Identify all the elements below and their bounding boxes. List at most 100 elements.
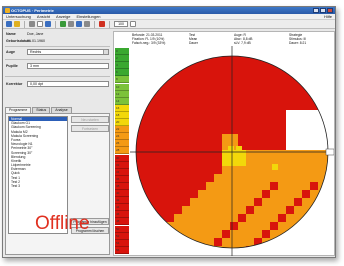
correction-field[interactable]: 0,00 dpt [27,81,109,87]
eye-select[interactable]: Rechts [27,49,109,55]
visual-field-cell [198,158,207,167]
visual-field-cell [214,190,223,199]
visual-field-cell [270,246,279,248]
visual-field-cell [278,222,287,231]
pause-icon[interactable] [68,21,74,27]
visual-field-cell [136,230,143,239]
program-list-item[interactable]: Test 3 [9,184,67,188]
menu-item-help[interactable]: Hilfe [324,14,335,19]
visual-field-cell [270,222,279,231]
visual-field-cell [302,142,311,151]
eye-icon[interactable] [76,21,82,27]
visual-field-cell [286,182,295,191]
visual-field-cell [262,230,271,239]
visual-field-cell [198,62,207,71]
visual-field-cell [230,198,239,207]
visual-field-plot [130,46,335,256]
continue-exam-button[interactable]: Fortsetzen [71,125,109,132]
visual-field-cell [318,134,327,143]
visual-field-cell [174,142,183,151]
visual-field-cell [158,126,167,135]
visual-field-cell [158,190,167,199]
visual-field-cell [158,246,167,248]
visual-field-cell [294,246,303,248]
visual-field-cell [174,190,183,199]
visual-field-cell [270,86,279,95]
visual-field-cell [310,214,319,223]
visual-field-cell [158,150,167,159]
zoom-field[interactable]: 100 [114,21,128,27]
separator [5,59,110,60]
visual-field-cell [294,222,303,231]
visual-field-cell [262,94,271,103]
visual-field-cell [142,70,151,79]
visual-field-cell [206,150,215,159]
visual-field-cell [254,118,263,127]
visual-field-cell [182,190,191,199]
maximize-button[interactable] [320,8,326,13]
scale-step: 16 [115,104,129,112]
visual-field-cell [136,70,143,79]
visual-field-cell [302,230,311,239]
visual-field-cell [166,62,175,71]
menu-item-settings[interactable]: Einstellungen [77,14,101,19]
menu-item-exam[interactable]: Untersuchung [6,14,31,19]
settings-icon[interactable] [130,21,136,27]
scale-step: 36 [115,175,129,183]
new-exam-icon[interactable] [6,21,12,27]
visual-field-cell [158,86,167,95]
visual-field-cell [246,222,255,231]
chart-icon[interactable] [84,21,90,27]
visual-field-cell [174,56,183,63]
visual-field-cell [190,214,199,223]
visual-field-cell [310,126,319,135]
visual-field-cell [278,142,287,151]
chevron-down-icon[interactable] [103,50,108,54]
visual-field-cell [142,94,151,103]
visual-field-cell [206,246,215,248]
visual-field-cell [214,110,223,119]
visual-field-cell [270,134,279,143]
visual-field-cell [142,238,151,247]
open-folder-icon[interactable] [14,21,20,27]
pupil-field[interactable]: 3 mm [27,63,109,69]
visual-field-cell [310,56,319,63]
visual-field-cell [150,70,159,79]
visual-field-cell [214,238,223,247]
visual-field-cell [190,150,199,159]
save-icon[interactable] [29,21,35,27]
visual-field-cell [158,142,167,151]
visual-field-cell [206,158,215,167]
visual-field-cell [302,150,311,159]
visual-field-cell [286,102,295,111]
visual-field-cell [214,134,223,143]
visual-field-cell [206,70,215,79]
visual-field-cell [228,146,234,152]
visual-field-cell [142,86,151,95]
visual-field-cell [230,118,239,127]
minimize-button[interactable] [313,8,319,13]
stop-icon[interactable] [99,21,105,27]
visual-field-cell [166,56,175,63]
visual-field-cell [206,110,215,119]
menu-item-view[interactable]: Ansicht [37,14,50,19]
visual-field-cell [190,142,199,151]
print-icon[interactable] [45,21,51,27]
visual-field-cell [326,166,328,175]
menu-item-display[interactable]: Anzeige [56,14,70,19]
scale-handle[interactable] [325,148,335,156]
visual-field-cell [190,78,199,87]
play-icon[interactable] [60,21,66,27]
visual-field-cell [190,94,199,103]
close-button[interactable] [327,8,333,13]
new-exam-button[interactable]: Neu starten [71,116,109,123]
visual-field-cell [318,56,327,63]
visual-field-cell [246,182,255,191]
visual-field-cell [270,142,279,151]
visual-field-cell [302,182,311,191]
visual-field-cell [302,174,311,183]
visual-field-cell [214,56,223,63]
visual-field-cell [262,222,271,231]
visual-field-cell [136,56,143,63]
document-icon[interactable] [37,21,43,27]
